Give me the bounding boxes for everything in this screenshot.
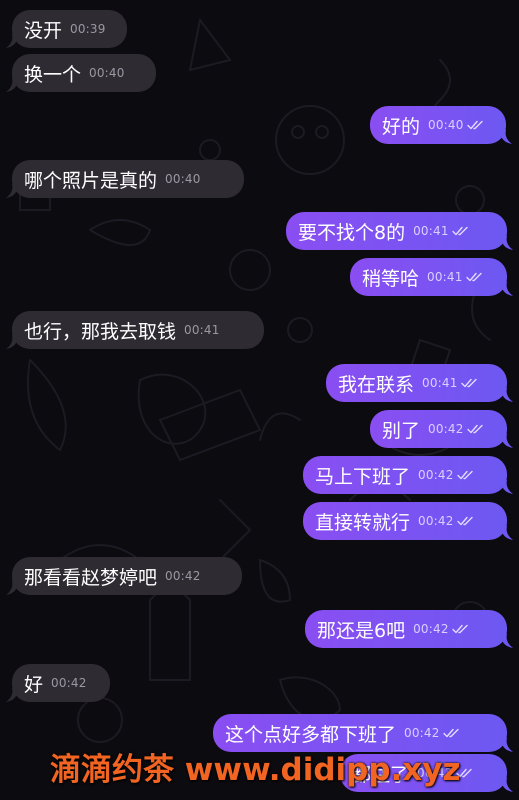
bubble-tail-icon bbox=[500, 130, 512, 144]
bubble-tail-icon bbox=[6, 184, 18, 198]
bubble-tail-icon bbox=[6, 335, 18, 349]
message-timestamp: 00:41 bbox=[413, 224, 449, 238]
double-check-icon bbox=[465, 272, 482, 282]
message-text: 好的 bbox=[382, 115, 421, 138]
message-text: 马上下班了 bbox=[315, 465, 411, 488]
double-check-icon bbox=[442, 728, 459, 738]
double-check-icon bbox=[451, 624, 468, 634]
message-text: 好 bbox=[24, 673, 44, 696]
message-text: 那还是6吧 bbox=[317, 619, 406, 642]
bubble-tail-icon bbox=[501, 236, 513, 250]
double-check-icon bbox=[456, 516, 473, 526]
message-timestamp: 00:39 bbox=[70, 22, 106, 36]
message-timestamp: 00:41 bbox=[427, 270, 463, 284]
outgoing-message-bubble[interactable]: 稍等哈 00:41 bbox=[350, 258, 513, 296]
incoming-message-bubble[interactable]: 哪个照片是真的 00:40 bbox=[6, 160, 244, 198]
message-text: 稍等哈 bbox=[362, 267, 420, 290]
incoming-message-bubble[interactable]: 好 00:42 bbox=[6, 664, 110, 702]
message-timestamp: 00:42 bbox=[418, 514, 454, 528]
outgoing-message-bubble[interactable]: 我在联系 00:41 bbox=[326, 364, 513, 402]
bubble-tail-icon bbox=[501, 634, 513, 648]
message-timestamp: 00:40 bbox=[428, 118, 464, 132]
message-text: 我在联系 bbox=[338, 373, 415, 396]
incoming-message-bubble[interactable]: 没开 00:39 bbox=[6, 10, 127, 48]
message-text: 也行，那我去取钱 bbox=[24, 320, 177, 343]
bubble-tail-icon bbox=[6, 34, 18, 48]
incoming-message-bubble[interactable]: 也行，那我去取钱 00:41 bbox=[6, 311, 264, 349]
bubble-tail-icon bbox=[6, 581, 18, 595]
bubble-tail-icon bbox=[501, 388, 513, 402]
message-text: 那看看赵梦婷吧 bbox=[24, 566, 158, 589]
message-text: 换一个 bbox=[24, 63, 82, 86]
bubble-tail-icon bbox=[501, 282, 513, 296]
message-timestamp: 00:42 bbox=[404, 726, 440, 740]
message-text: 没开 bbox=[24, 19, 63, 42]
incoming-message-bubble[interactable]: 那看看赵梦婷吧 00:42 bbox=[6, 557, 242, 595]
bubble-tail-icon bbox=[6, 78, 18, 92]
double-check-icon bbox=[466, 424, 483, 434]
message-timestamp: 00:41 bbox=[184, 323, 220, 337]
incoming-message-bubble[interactable]: 换一个 00:40 bbox=[6, 54, 156, 92]
double-check-icon bbox=[451, 226, 468, 236]
message-timestamp: 00:42 bbox=[413, 622, 449, 636]
message-list: 没开 00:39 换一个 00:40 好的 00:40 哪个照片是真的 00:40 要不找个8的… bbox=[0, 0, 519, 800]
message-timestamp: 00:42 bbox=[165, 569, 201, 583]
double-check-icon bbox=[466, 120, 483, 130]
message-timestamp: 00:40 bbox=[165, 172, 201, 186]
message-text: 这个点好多都下班了 bbox=[225, 723, 397, 746]
bubble-tail-icon bbox=[6, 688, 18, 702]
bubble-tail-icon bbox=[501, 480, 513, 494]
bubble-tail-icon bbox=[501, 434, 513, 448]
outgoing-message-bubble[interactable]: 好的 00:40 bbox=[370, 106, 512, 144]
message-timestamp: 00:42 bbox=[51, 676, 87, 690]
outgoing-message-bubble[interactable]: 马上下班了 00:42 bbox=[303, 456, 513, 494]
outgoing-message-bubble[interactable]: 别了 00:42 bbox=[370, 410, 513, 448]
outgoing-message-bubble[interactable]: 直接转就行 00:42 bbox=[303, 502, 513, 540]
message-text: 要不找个8的 bbox=[298, 221, 406, 244]
bubble-tail-icon bbox=[501, 526, 513, 540]
outgoing-message-bubble[interactable]: 那还是6吧 00:42 bbox=[305, 610, 513, 648]
message-text: 哪个照片是真的 bbox=[24, 169, 158, 192]
watermark-text: 滴滴约茶 www.didipp.xyz bbox=[50, 752, 461, 788]
message-timestamp: 00:40 bbox=[89, 66, 125, 80]
message-timestamp: 00:42 bbox=[418, 468, 454, 482]
outgoing-message-bubble[interactable]: 要不找个8的 00:41 bbox=[286, 212, 513, 250]
message-text: 直接转就行 bbox=[315, 511, 411, 534]
message-timestamp: 00:42 bbox=[428, 422, 464, 436]
bubble-tail-icon bbox=[501, 738, 513, 752]
message-timestamp: 00:41 bbox=[422, 376, 458, 390]
message-text: 别了 bbox=[382, 419, 421, 442]
double-check-icon bbox=[460, 378, 477, 388]
double-check-icon bbox=[456, 470, 473, 480]
bubble-tail-icon bbox=[501, 778, 513, 792]
